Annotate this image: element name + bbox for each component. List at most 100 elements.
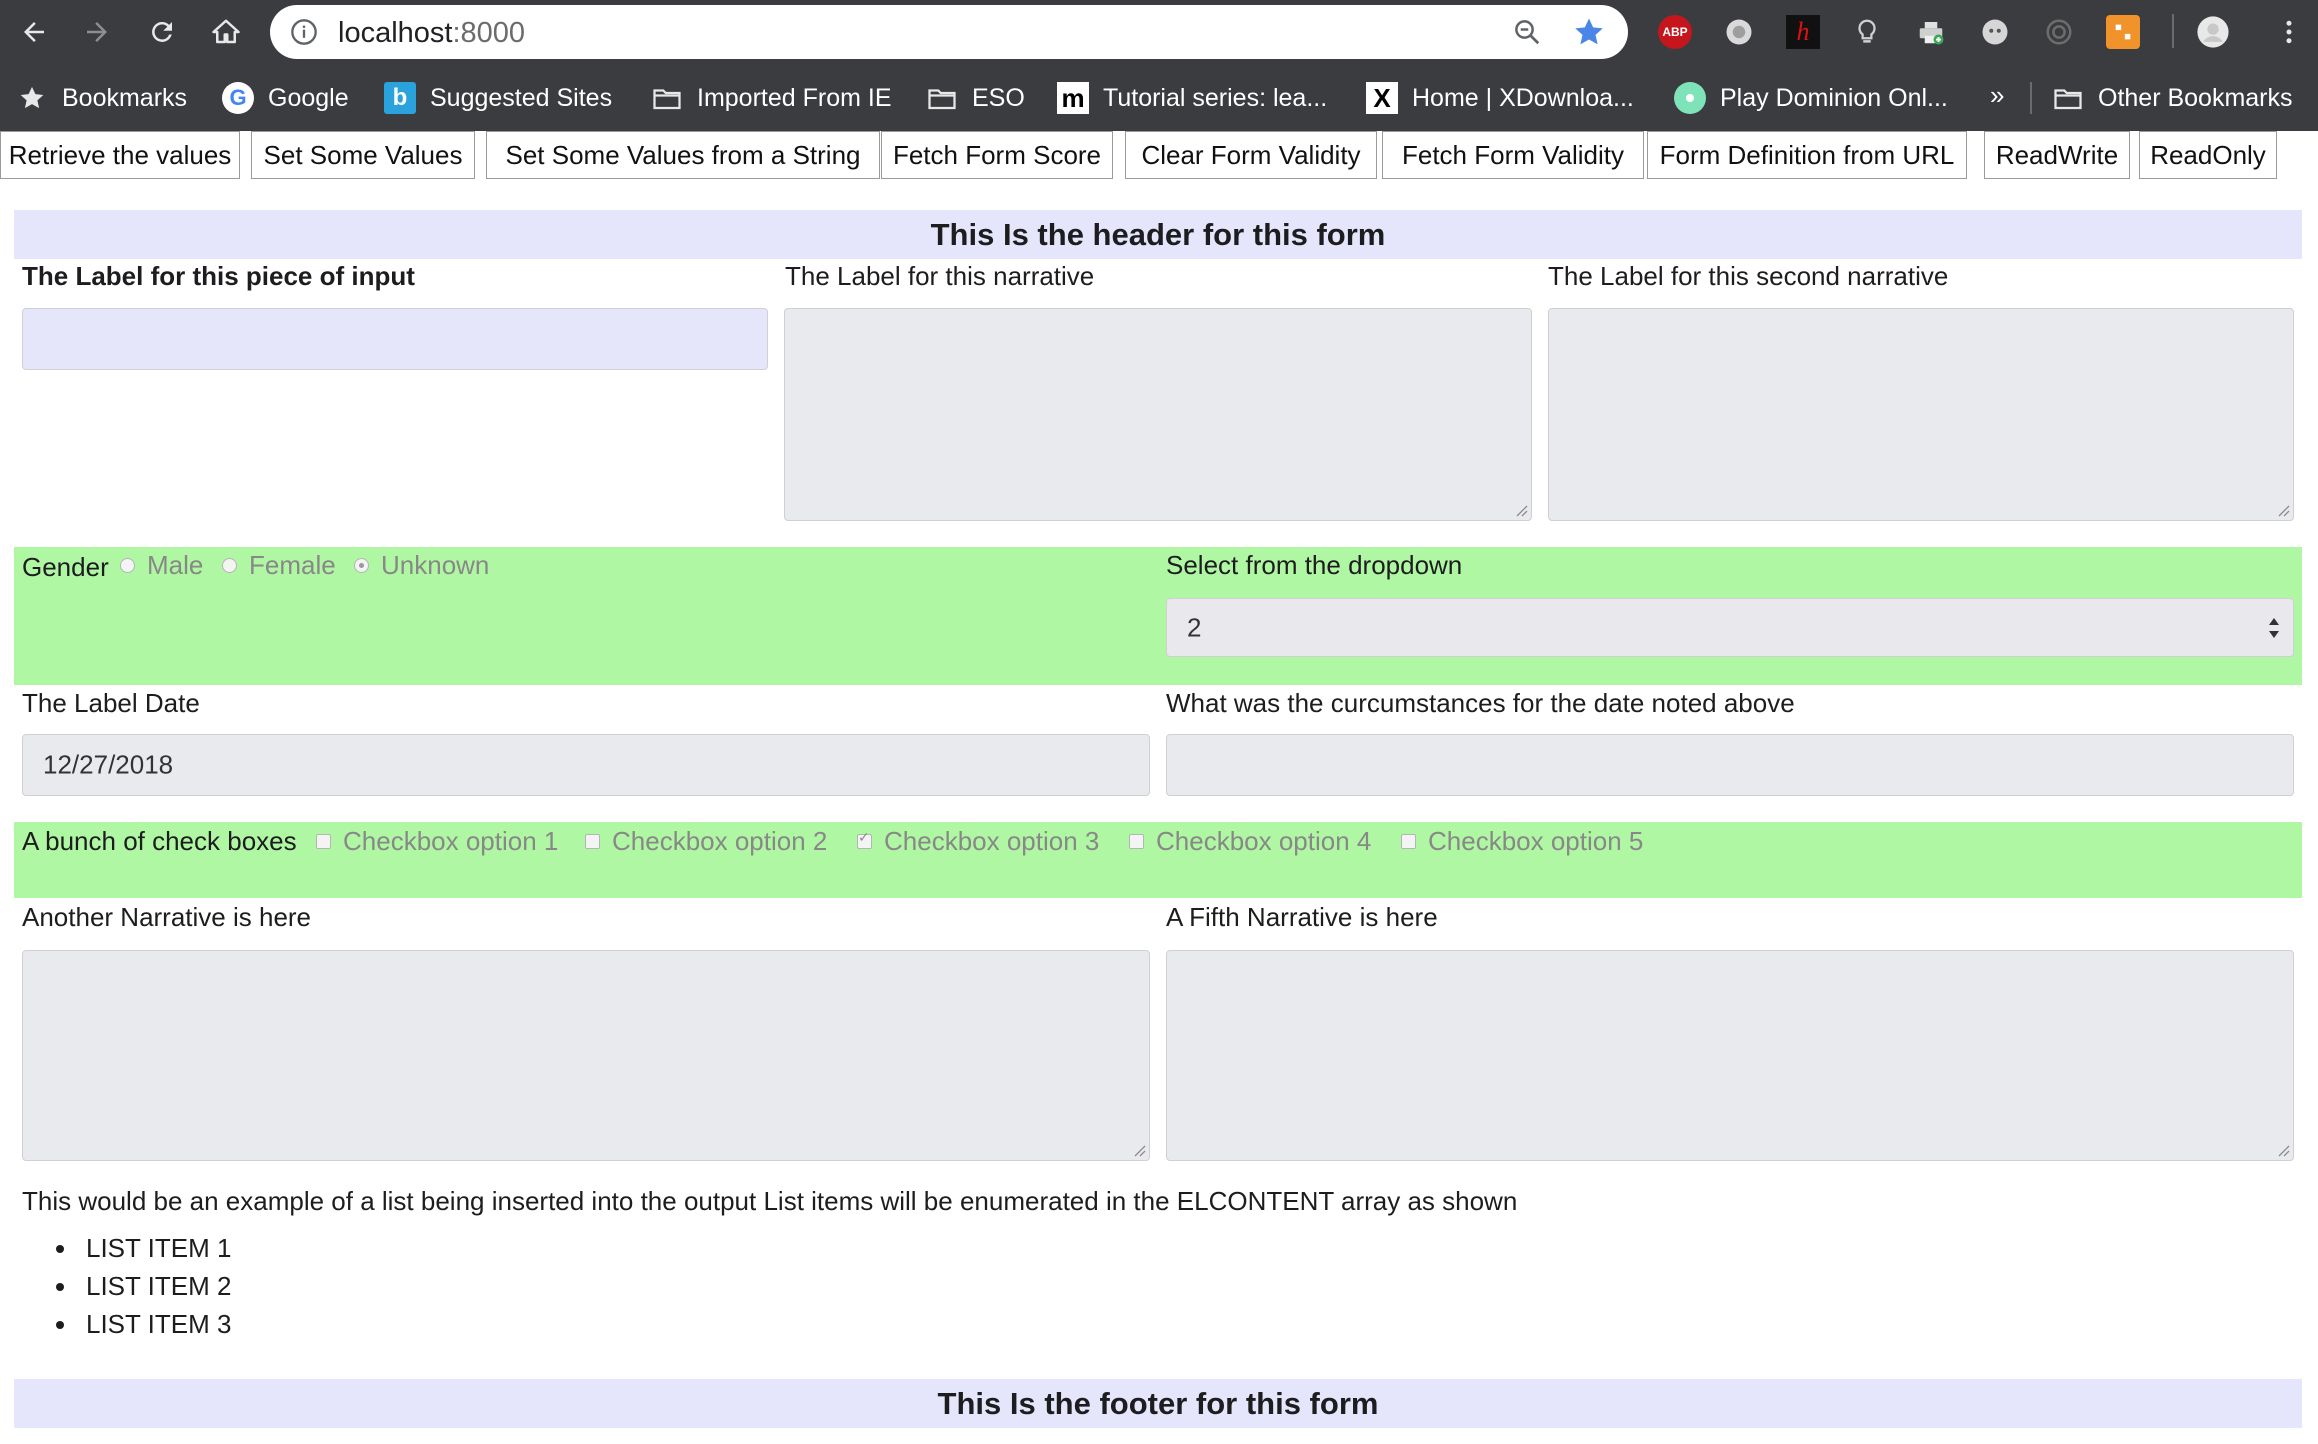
date-label: The Label Date [22,688,200,718]
bookmark-play-dominion[interactable]: Play Dominion Onl... [1674,80,1948,116]
x-icon: X [1366,82,1398,114]
checkbox[interactable] [585,834,600,849]
gender-option-unknown[interactable]: Unknown [354,550,489,581]
form-header: This Is the header for this form [14,210,2302,259]
date-input[interactable]: 12/27/2018 [22,734,1150,796]
checkbox[interactable] [1401,834,1416,849]
list-item: LIST ITEM 3 [55,1305,231,1343]
lightbulb-icon[interactable] [1850,15,1884,49]
bookmark-xdownloads[interactable]: X Home | XDownloa... [1366,80,1634,116]
list-item: LIST ITEM 2 [55,1267,231,1305]
select-arrows-icon [2269,617,2279,638]
checkbox-option-2[interactable]: Checkbox option 2 [585,826,827,857]
printer-add-icon[interactable] [1914,15,1948,49]
h-extension-icon[interactable]: h [1786,15,1820,49]
checkbox[interactable] [1129,834,1144,849]
back-arrow-icon [24,22,44,42]
date-value: 12/27/2018 [43,749,174,780]
folder-icon [651,82,683,114]
radio-button[interactable] [120,558,135,573]
spiral-extension-icon[interactable] [2042,15,2076,49]
reload-button[interactable] [140,10,184,54]
fetch-form-score-button[interactable]: Fetch Form Score [881,131,1113,179]
zoom-icon[interactable] [1512,17,1542,47]
bookmark-tutorial-series[interactable]: m Tutorial series: lea... [1057,80,1327,116]
bookmarks-divider [2030,82,2032,114]
bookmark-other-bookmarks[interactable]: Other Bookmarks [2052,80,2293,116]
bookmark-label: Imported From IE [697,83,892,112]
folder-icon [2052,82,2084,114]
circumstances-input[interactable] [1166,734,2294,796]
readonly-button[interactable]: ReadOnly [2139,131,2277,179]
bookmark-suggested-sites[interactable]: b Suggested Sites [384,80,612,116]
clear-form-validity-button[interactable]: Clear Form Validity [1125,131,1377,179]
checkbox-checked[interactable] [857,829,872,849]
resize-handle-icon[interactable] [1514,503,1528,517]
bookmark-google[interactable]: G Google [222,80,349,116]
dropdown-select[interactable]: 2 [1166,598,2294,657]
forward-arrow-icon [87,22,107,42]
checkbox-option-4[interactable]: Checkbox option 4 [1129,826,1371,857]
dropdown-value: 2 [1187,612,1202,642]
checkbox-option-3[interactable]: Checkbox option 3 [857,826,1099,857]
menu-kebab-icon[interactable] [2272,15,2306,49]
extension-circle-icon[interactable] [1722,15,1756,49]
home-button[interactable] [204,10,248,54]
bookmark-label: Bookmarks [62,83,188,112]
fetch-form-validity-button[interactable]: Fetch Form Validity [1382,131,1644,179]
gender-option-female[interactable]: Female [222,550,336,581]
resize-handle-icon[interactable] [2276,1143,2290,1157]
bookmark-eso[interactable]: ESO [926,80,1025,116]
narrative5-label: A Fifth Narrative is here [1166,902,1438,932]
bookmark-imported-from-ie[interactable]: Imported From IE [651,80,892,116]
more-bookmarks-chevron[interactable]: » [1990,80,2004,111]
form-definition-from-url-button[interactable]: Form Definition from URL [1647,131,1967,179]
ghost-extension-icon[interactable] [1978,15,2012,49]
list-item: LIST ITEM 1 [55,1229,231,1267]
gender-option-label: Unknown [381,550,490,580]
set-values-from-string-button[interactable]: Set Some Values from a String [486,131,880,179]
url-port: :8000 [452,17,526,49]
checkbox-option-label: Checkbox option 4 [1156,826,1372,856]
resize-handle-icon[interactable] [2276,503,2290,517]
checkbox-option-5[interactable]: Checkbox option 5 [1401,826,1643,857]
narrative-textarea[interactable] [784,308,1532,521]
narrative2-textarea[interactable] [1548,308,2294,521]
bookmark-star-icon[interactable] [1572,15,1606,49]
gender-option-male[interactable]: Male [120,550,203,581]
back-button[interactable] [12,10,56,54]
form-footer-title: This Is the footer for this form [937,1386,1379,1421]
bookmark-label: Home | XDownloa... [1412,83,1634,112]
info-icon[interactable] [290,18,318,46]
checkbox-option-label: Checkbox option 5 [1428,826,1644,856]
narrative4-textarea[interactable] [22,950,1150,1161]
toolbar-divider [2172,14,2174,48]
adblock-icon[interactable]: ABP [1658,15,1692,49]
retrieve-values-button[interactable]: Retrieve the values [0,131,240,179]
readwrite-button[interactable]: ReadWrite [1984,131,2130,179]
resize-handle-icon[interactable] [1132,1143,1146,1157]
checkbox[interactable] [316,834,331,849]
forward-button[interactable] [75,10,119,54]
profile-avatar-icon[interactable] [2196,15,2230,49]
address-bar[interactable]: localhost:8000 [270,5,1628,59]
text-input[interactable] [22,308,768,370]
bookmark-label: Other Bookmarks [2098,83,2293,112]
bookmarks-bar: Bookmarks G Google b Suggested Sites Imp… [0,72,2318,124]
checkbox-group-label: A bunch of check boxes [22,826,297,856]
adblock-label: ABP [1662,25,1688,39]
narrative-label: The Label for this narrative [785,261,1095,291]
orange-extension-icon[interactable] [2106,15,2140,49]
narrative5-textarea[interactable] [1166,950,2294,1161]
page-content: Retrieve the values Set Some Values Set … [0,131,2318,1444]
radio-button-selected[interactable] [354,558,369,573]
checkbox-option-1[interactable]: Checkbox option 1 [316,826,558,857]
form-header-title: This Is the header for this form [930,217,1386,252]
list-intro-text: This would be an example of a list being… [22,1186,1518,1216]
home-icon [212,19,240,44]
star-icon [16,82,48,114]
set-some-values-button[interactable]: Set Some Values [251,131,475,179]
radio-button[interactable] [222,558,237,573]
circumstances-label: What was the curcumstances for the date … [1166,688,1795,718]
bookmark-bookmarks[interactable]: Bookmarks [16,80,187,116]
